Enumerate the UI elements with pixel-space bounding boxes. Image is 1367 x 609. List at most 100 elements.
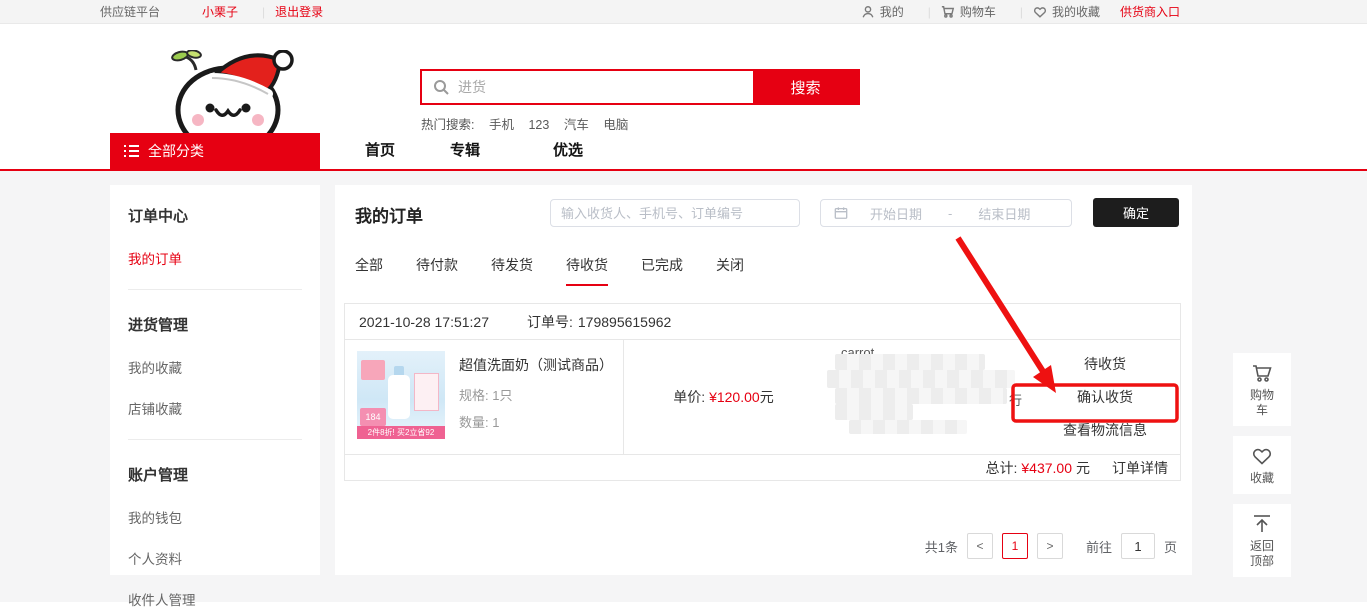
thumb-bottle [388, 375, 410, 419]
hot-search-item[interactable]: 手机 [489, 118, 514, 132]
hot-search-item[interactable]: 电脑 [603, 118, 628, 132]
tab-closed[interactable]: 关闭 [716, 255, 744, 286]
nav-albums[interactable]: 专辑 [450, 133, 480, 169]
page-title: 我的订单 [355, 202, 423, 227]
unit-price-suffix: 元 [760, 387, 774, 407]
tab-completed[interactable]: 已完成 [641, 255, 683, 286]
topbar: 供应链平台 小栗子 | 退出登录 我的 | 购物车 | 我的收藏 供货商入口 [0, 0, 1367, 24]
tab-pending-payment[interactable]: 待付款 [416, 255, 458, 286]
hot-search-item[interactable]: 汽车 [564, 118, 589, 132]
username-link[interactable]: 小栗子 [202, 3, 238, 20]
platform-name: 供应链平台 [100, 3, 160, 20]
thumb-promo-banner: 2件8折! 买2立省92 [357, 426, 445, 439]
orders-panel: 我的订单 开始日期 - 结束日期 确定 全部 待付款 待发货 待收货 已完成 关… [335, 185, 1192, 575]
tab-pending-receipt[interactable]: 待收货 [566, 255, 608, 286]
pagination: 共1条 < 1 > 前往 页 [925, 533, 1177, 559]
order-address-cell: carrot 行 [823, 340, 1030, 454]
censor-mosaic [835, 388, 1007, 404]
topbar-divider: | [928, 5, 931, 19]
cart-link[interactable]: 购物车 [941, 3, 996, 20]
product-spec: 规格: 1只 [459, 385, 613, 404]
search-icon [433, 79, 450, 96]
total-label: 总计: [986, 458, 1018, 478]
sidebar-group-purchase: 进货管理 [128, 314, 320, 335]
nav-featured[interactable]: 优选 [553, 133, 583, 169]
order-price-cell: 单价: ¥120.00 元 [624, 340, 823, 454]
tab-all[interactable]: 全部 [355, 255, 383, 286]
pagination-page-1[interactable]: 1 [1002, 533, 1028, 559]
pagination-next-button[interactable]: > [1037, 533, 1063, 559]
product-thumbnail[interactable]: 184 2件8折! 买2立省92 [357, 351, 445, 439]
order-detail-link[interactable]: 订单详情 [1112, 458, 1168, 478]
sidebar-group-order-center: 订单中心 [128, 205, 320, 226]
search-button[interactable]: 搜索 [753, 71, 858, 103]
favorites-link[interactable]: 我的收藏 [1033, 3, 1100, 20]
pagination-prev-button[interactable]: < [967, 533, 993, 559]
my-account-link[interactable]: 我的 [861, 3, 904, 20]
cart-icon [941, 5, 955, 19]
order-status-badge: 待收货 [1084, 354, 1126, 374]
back-to-top-button[interactable]: 返回顶部 [1233, 504, 1291, 577]
date-range-picker[interactable]: 开始日期 - 结束日期 [820, 199, 1072, 227]
float-cart-button[interactable]: 购物车 [1233, 353, 1291, 426]
heart-icon [1033, 5, 1047, 19]
tab-pending-shipment[interactable]: 待发货 [491, 255, 533, 286]
pagination-goto-input[interactable] [1121, 533, 1155, 559]
sidebar-item-shop-favorites[interactable]: 店铺收藏 [128, 398, 320, 418]
sidebar-item-profile[interactable]: 个人资料 [128, 548, 320, 568]
confirm-filter-button[interactable]: 确定 [1093, 198, 1179, 227]
thumb-badge [361, 360, 385, 380]
nav-home[interactable]: 首页 [365, 133, 395, 169]
sidebar-divider [128, 289, 302, 290]
pagination-total: 共1条 [925, 537, 958, 556]
unit-price-value: ¥120.00 [709, 389, 760, 405]
product-name[interactable]: 超值洗面奶（测试商品） [459, 355, 613, 375]
order-body: 184 2件8折! 买2立省92 超值洗面奶（测试商品） 规格: 1只 数量: … [345, 340, 1180, 454]
order-no-label: 订单号: [527, 304, 573, 339]
page-content: 订单中心 我的订单 进货管理 我的收藏 店铺收藏 账户管理 我的钱包 个人资料 … [0, 171, 1367, 602]
heart-icon [1251, 445, 1273, 467]
sidebar-divider [128, 439, 302, 440]
order-filter-input[interactable] [550, 199, 800, 227]
thumb-card [414, 373, 439, 411]
supplier-entry-link[interactable]: 供货商入口 [1120, 3, 1180, 20]
total-suffix: 元 [1076, 458, 1090, 478]
sidebar-group-account: 账户管理 [128, 464, 320, 485]
person-icon [861, 5, 875, 19]
list-icon [124, 145, 139, 157]
order-card: 2021-10-28 17:51:27 订单号: 179895615962 18… [344, 303, 1181, 481]
search-input[interactable] [422, 71, 753, 103]
view-logistics-link[interactable]: 查看物流信息 [1063, 420, 1147, 440]
censor-mosaic [827, 370, 1015, 388]
topbar-divider: | [1020, 5, 1023, 19]
order-footer: 总计: ¥437.00 元 订单详情 [345, 454, 1180, 480]
sidebar-item-wallet[interactable]: 我的钱包 [128, 507, 320, 527]
censor-mosaic [849, 420, 967, 434]
hot-search: 热门搜索: 手机 123 汽车 电脑 [421, 114, 639, 133]
floating-toolbar: 购物车 收藏 返回顶部 [1233, 353, 1291, 587]
total-value: ¥437.00 [1021, 460, 1072, 476]
sidebar-item-my-orders[interactable]: 我的订单 [128, 248, 320, 268]
order-actions-cell: 待收货 确认收货 查看物流信息 [1030, 340, 1180, 454]
hot-search-item[interactable]: 123 [528, 118, 549, 132]
all-categories-button[interactable]: 全部分类 [110, 133, 320, 169]
date-end-placeholder: 结束日期 [978, 204, 1030, 223]
topbar-divider: | [262, 5, 265, 19]
unit-price-label: 单价: [673, 387, 705, 407]
date-separator: - [948, 206, 952, 221]
hot-search-label: 热门搜索: [421, 118, 474, 132]
product-info: 超值洗面奶（测试商品） 规格: 1只 数量: 1 [445, 351, 613, 454]
order-status-tabs: 全部 待付款 待发货 待收货 已完成 关闭 [355, 255, 744, 286]
arrow-up-icon [1251, 513, 1273, 535]
sidebar-item-my-favorites[interactable]: 我的收藏 [128, 357, 320, 377]
pagination-goto-label: 前往 [1086, 537, 1112, 556]
product-qty: 数量: 1 [459, 412, 613, 431]
site-header: 搜索 热门搜索: 手机 123 汽车 电脑 全部分类 首页 专辑 优选 [0, 24, 1367, 169]
logout-link[interactable]: 退出登录 [275, 3, 323, 20]
calendar-icon [834, 206, 848, 220]
confirm-receipt-button[interactable]: 确认收货 [1077, 387, 1133, 407]
sidebar-item-recipients[interactable]: 收件人管理 [128, 589, 320, 609]
thumb-price-tag: 184 [360, 408, 386, 426]
censor-mosaic [835, 404, 913, 420]
float-favorite-button[interactable]: 收藏 [1233, 436, 1291, 494]
